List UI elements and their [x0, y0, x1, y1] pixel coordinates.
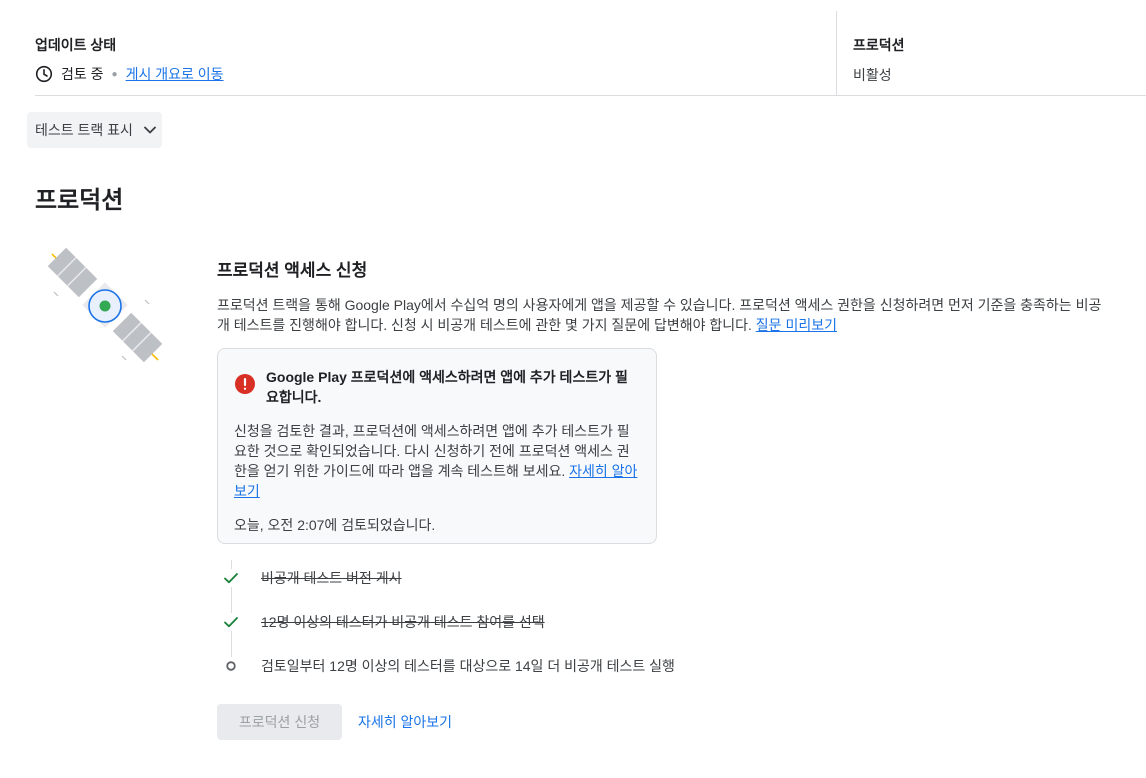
update-status-title: 업데이트 상태: [35, 37, 117, 53]
page-title: 프로덕션: [35, 187, 124, 214]
alert-body: 신청을 검토한 결과, 프로덕션에 액세스하려면 앱에 추가 테스트가 필요한 …: [234, 421, 640, 501]
reviewed-time: 오늘, 오전 2:07에 검토되었습니다.: [234, 517, 436, 533]
production-status: 프로덕션 비활성: [853, 35, 905, 85]
description-text: 프로덕션 트랙을 통해 Google Play에서 수십억 명의 사용자에게 앱…: [217, 297, 1102, 333]
production-status-value: 비활성: [853, 67, 892, 83]
apply-production-button[interactable]: 프로덕션 신청: [217, 704, 342, 740]
checklist-item: 비공개 테스트 버전 게시: [222, 566, 401, 590]
testing-required-alert: Google Play 프로덕션에 액세스하려면 앱에 추가 테스트가 필요합니…: [217, 348, 657, 544]
checklist-item-label: 비공개 테스트 버전 게시: [261, 570, 402, 586]
alert-title: Google Play 프로덕션에 액세스하려면 앱에 추가 테스트가 필요합니…: [266, 369, 628, 405]
checklist-item: 검토일부터 12명 이상의 테스터를 대상으로 14일 더 비공개 테스트 실행: [222, 654, 675, 678]
show-test-tracks-label: 테스트 트랙 표시: [35, 122, 133, 138]
section-description: 프로덕션 트랙을 통해 Google Play에서 수십억 명의 사용자에게 앱…: [217, 295, 1112, 335]
update-status-value: 검토 중: [61, 66, 104, 82]
checklist-item: 12명 이상의 테스터가 비공개 테스트 참여를 선택: [222, 610, 545, 634]
status-divider: [836, 11, 837, 95]
show-test-tracks-button[interactable]: 테스트 트랙 표시: [27, 112, 162, 148]
production-access-section: 프로덕션 액세스 신청 프로덕션 트랙을 통해 Google Play에서 수십…: [217, 256, 1117, 335]
check-icon: [222, 569, 240, 587]
learn-more-link[interactable]: 자세히 알아보기: [358, 712, 452, 732]
production-status-title: 프로덕션: [853, 37, 905, 53]
separator-dot: ●: [111, 68, 118, 80]
satellite-icon: [40, 240, 170, 370]
check-icon: [222, 613, 240, 631]
alert-header: Google Play 프로덕션에 액세스하려면 앱에 추가 테스트가 필요합니…: [234, 367, 640, 407]
publishing-overview-link[interactable]: 게시 개요로 이동: [126, 64, 224, 84]
clock-icon: [35, 65, 53, 83]
section-title: 프로덕션 액세스 신청: [217, 261, 368, 280]
requirements-checklist: 비공개 테스트 버전 게시 12명 이상의 테스터가 비공개 테스트 참여를 선…: [222, 560, 822, 690]
error-icon: [234, 373, 256, 395]
update-status: 업데이트 상태 검토 중 ● 게시 개요로 이동: [35, 35, 224, 84]
actions-row: 프로덕션 신청 자세히 알아보기: [217, 704, 452, 740]
update-status-line: 검토 중 ● 게시 개요로 이동: [35, 64, 224, 84]
chevron-down-icon: [143, 123, 157, 137]
pending-circle-icon: [222, 657, 240, 675]
preview-questions-link[interactable]: 질문 미리보기: [756, 317, 837, 333]
checklist-item-label: 검토일부터 12명 이상의 테스터를 대상으로 14일 더 비공개 테스트 실행: [261, 658, 675, 674]
checklist-item-label: 12명 이상의 테스터가 비공개 테스트 참여를 선택: [261, 614, 545, 630]
status-bar: 업데이트 상태 검토 중 ● 게시 개요로 이동 프로덕션 비활성: [35, 11, 1146, 96]
